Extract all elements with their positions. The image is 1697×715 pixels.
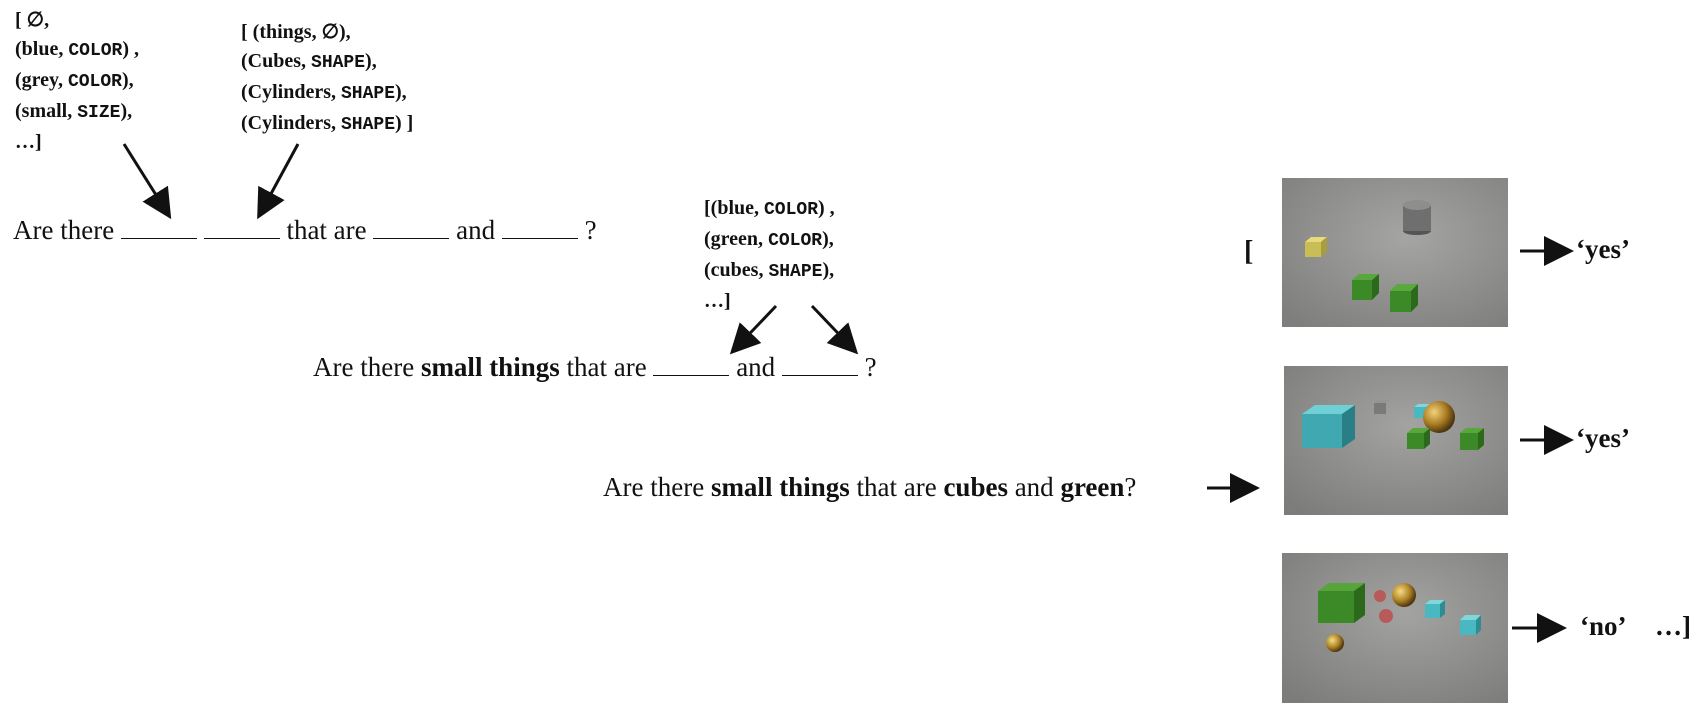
entry-text: (Cubes, [241,50,312,72]
entry-text: ) , [818,197,835,219]
entry-text: (small, [15,100,78,122]
template-sentence-1: Are there that are and ? [13,214,597,246]
list-entry: [ ∅, [15,6,139,35]
type-token: SIZE [77,103,121,123]
entry-text: [ (things, ∅), [241,21,351,43]
sentence-text: that are [849,472,944,502]
answer-3: ‘no’ [1580,611,1627,641]
sentence-text: ? [857,352,877,382]
sentence-bold-text: cubes [943,472,1008,502]
list-entry: (Cylinders, SHAPE) ] [241,109,413,140]
entry-text: [(blue, [704,197,764,219]
entry-text: (blue, [15,38,69,60]
sentence-text: and [729,352,782,382]
sentence-text: ? [577,215,597,245]
type-token: COLOR [68,41,123,61]
entry-text: …] [15,131,42,153]
list-entry: …] [15,128,139,157]
list-entry: (cubes, SHAPE), [704,256,835,287]
sentence-text: Are there [603,472,711,502]
sentence-bold-text: small things [710,472,850,502]
list-entry: (blue, COLOR) , [15,35,139,66]
entry-text: [ ∅, [15,9,50,31]
sentence-text: Are there [13,215,121,245]
entry-text: ), [395,81,407,103]
blank-slot [653,351,730,376]
type-token: COLOR [768,231,823,251]
list-entry: (small, SIZE), [15,97,139,128]
closing-ellipsis: …] [1655,611,1691,641]
entry-text: (green, [704,228,769,250]
candidate-list-1: [ ∅, (blue, COLOR) , (grey, COLOR), (small,… [15,6,139,157]
candidate-list-3: [(blue, COLOR) , (green, COLOR), (cubes, S… [704,194,835,316]
blank-slot [781,351,858,376]
entry-text: ) , [122,38,140,60]
sentence-text: that are [559,352,654,382]
blank-slot [501,214,578,239]
list-entry: (grey, COLOR), [15,66,139,97]
completed-sentence: Are there small things that are cubes an… [603,471,1136,503]
entry-text: ) ] [395,112,414,134]
type-token: COLOR [764,200,819,220]
list-entry: (Cylinders, SHAPE), [241,78,413,109]
type-token: SHAPE [311,53,366,73]
sentence-text: and [1007,472,1061,502]
open-bracket: [ [1244,236,1254,267]
sentence-text: ? [1124,472,1137,502]
arrow-list2-to-blank2 [257,143,300,220]
list-entry: [(blue, COLOR) , [704,194,835,225]
type-token: COLOR [67,72,122,92]
entry-text: (cubes, [704,259,769,281]
entry-text: ), [120,100,133,122]
entry-text: …] [704,290,731,312]
blank-slot [373,214,450,239]
list-entry: …] [704,287,835,316]
blank-slot [203,214,280,239]
list-entry: (Cubes, SHAPE), [241,47,413,78]
scene-image-2 [1284,366,1508,515]
entry-text: ), [365,50,377,72]
entry-text: ), [822,259,835,281]
list-entry: [ (things, ∅), [241,18,413,47]
candidate-list-2: [ (things, ∅), (Cubes, SHAPE), (Cylinders,… [241,18,413,140]
type-token: SHAPE [341,115,396,135]
scene-image-3 [1282,553,1508,703]
blank-slot [120,214,197,239]
list-entry: (green, COLOR), [704,225,835,256]
sentence-bold-text: small things [420,352,560,382]
answer-2: ‘yes’ [1576,423,1630,453]
scene-image-1 [1282,178,1508,327]
sentence-bold-text: green [1060,472,1125,502]
entry-text: (Cylinders, [241,81,341,103]
type-token: SHAPE [768,262,823,282]
template-sentence-2: Are there small things that are and ? [313,351,877,383]
sentence-text: that are [279,215,374,245]
entry-text: (Cylinders, [241,112,341,134]
type-token: SHAPE [341,84,396,104]
sentence-text: Are there [313,352,421,382]
entry-text: ), [121,69,134,91]
entry-text: ), [822,228,834,250]
answer-1: ‘yes’ [1576,234,1630,264]
entry-text: (grey, [15,69,68,91]
sentence-text: and [449,215,502,245]
